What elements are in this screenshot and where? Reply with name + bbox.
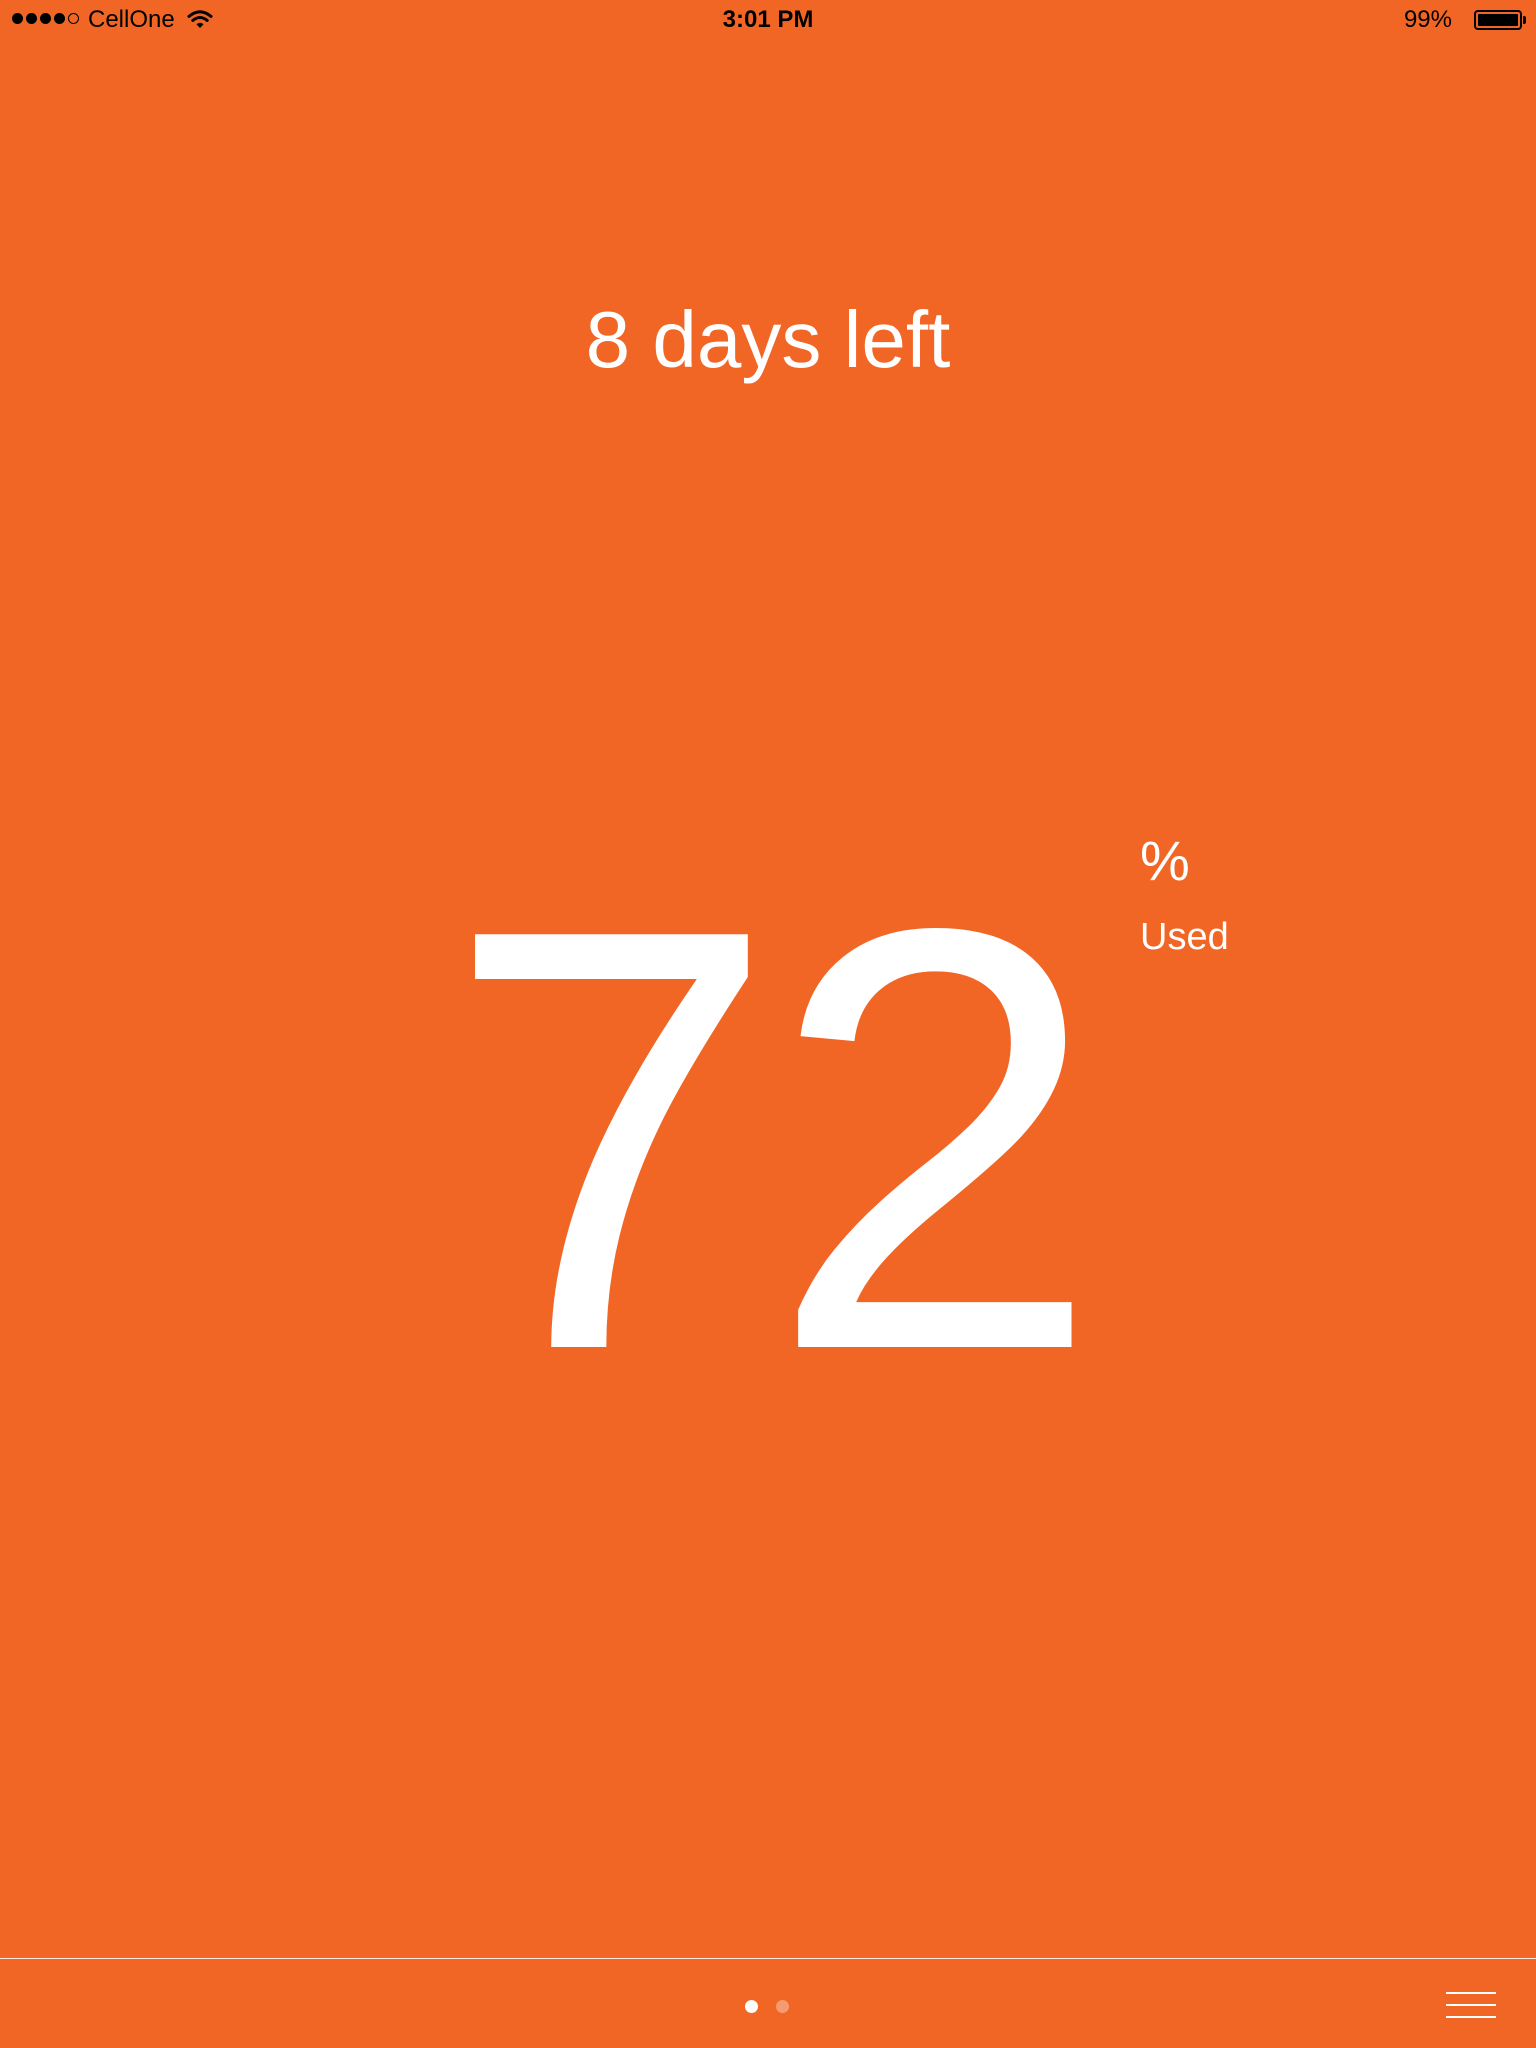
battery-icon [1474,10,1526,30]
days-left-label: 8 days left [585,295,951,384]
status-bar: CellOne 3:01 PM 99% [0,0,1536,40]
page-indicator[interactable] [745,2000,789,2013]
status-time: 3:01 PM [722,6,814,33]
battery-percent: 99% [1403,6,1452,33]
bottom-divider [0,1958,1536,1959]
menu-line [1446,2004,1496,2006]
usage-percentage-value: 72 [444,805,1101,1475]
page-dot[interactable] [745,2000,758,2013]
menu-line [1446,2016,1496,2018]
percent-unit: % [1140,829,1190,892]
hamburger-menu-icon[interactable] [1446,1992,1496,2018]
battery-nub [1523,16,1526,24]
used-label: Used [1140,916,1229,958]
battery-fill [1478,14,1518,26]
page-dot[interactable] [776,2000,789,2013]
menu-line [1446,1992,1496,1994]
